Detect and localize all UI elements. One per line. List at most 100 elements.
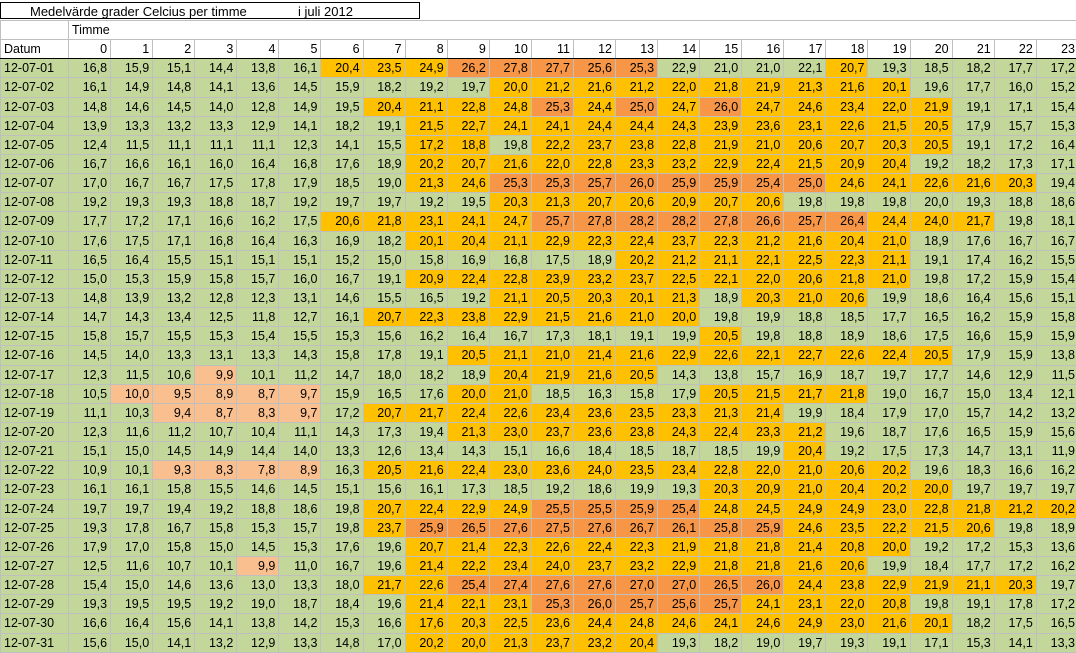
temp-cell[interactable]: 22,9: [489, 308, 531, 327]
date-cell[interactable]: 12-07-18: [1, 384, 69, 403]
temp-cell[interactable]: 20,0: [447, 384, 489, 403]
temp-cell[interactable]: 16,9: [784, 365, 826, 384]
temp-cell[interactable]: 13,6: [1036, 537, 1076, 556]
temp-cell[interactable]: 19,2: [826, 442, 868, 461]
temp-cell[interactable]: 17,9: [868, 403, 910, 422]
temp-cell[interactable]: 27,6: [531, 576, 573, 595]
temp-cell[interactable]: 20,3: [700, 480, 742, 499]
temp-cell[interactable]: 20,3: [573, 288, 615, 307]
temp-cell[interactable]: 14,1: [994, 633, 1036, 652]
temp-cell[interactable]: 20,5: [363, 461, 405, 480]
temp-cell[interactable]: 26,2: [447, 59, 489, 78]
temp-cell[interactable]: 18,9: [573, 250, 615, 269]
temp-cell[interactable]: 27,6: [489, 518, 531, 537]
temp-cell[interactable]: 15,8: [616, 384, 658, 403]
temp-cell[interactable]: 22,1: [742, 346, 784, 365]
temp-cell[interactable]: 20,5: [447, 346, 489, 365]
temp-cell[interactable]: 22,0: [742, 269, 784, 288]
temp-cell[interactable]: 20,6: [826, 461, 868, 480]
temp-cell[interactable]: 7,8: [237, 461, 279, 480]
temp-cell[interactable]: 19,1: [363, 269, 405, 288]
temp-cell[interactable]: 23,7: [658, 231, 700, 250]
temp-cell[interactable]: 15,1: [489, 442, 531, 461]
temp-cell[interactable]: 19,0: [363, 174, 405, 193]
temp-cell[interactable]: 24,4: [573, 614, 615, 633]
temp-cell[interactable]: 24,9: [489, 499, 531, 518]
temp-cell[interactable]: 22,0: [531, 154, 573, 173]
temp-cell[interactable]: 16,9: [321, 231, 363, 250]
temp-cell[interactable]: 21,6: [573, 308, 615, 327]
temp-cell[interactable]: 10,6: [153, 365, 195, 384]
temp-cell[interactable]: 17,9: [952, 116, 994, 135]
temp-cell[interactable]: 20,4: [868, 154, 910, 173]
temp-cell[interactable]: 16,7: [910, 384, 952, 403]
temp-cell[interactable]: 25,3: [489, 174, 531, 193]
temp-cell[interactable]: 17,3: [531, 327, 573, 346]
temp-cell[interactable]: 15,7: [111, 327, 153, 346]
temp-cell[interactable]: 21,0: [784, 461, 826, 480]
temp-cell[interactable]: 20,7: [826, 135, 868, 154]
temp-cell[interactable]: 24,5: [742, 499, 784, 518]
temp-cell[interactable]: 21,0: [531, 346, 573, 365]
temp-cell[interactable]: 10,1: [195, 556, 237, 575]
temp-cell[interactable]: 25,7: [700, 595, 742, 614]
temp-cell[interactable]: 26,1: [658, 518, 700, 537]
temp-cell[interactable]: 20,5: [910, 135, 952, 154]
temp-cell[interactable]: 12,5: [195, 308, 237, 327]
temp-cell[interactable]: 20,2: [405, 154, 447, 173]
temp-cell[interactable]: 15,8: [69, 327, 111, 346]
temp-cell[interactable]: 14,8: [153, 78, 195, 97]
temp-cell[interactable]: 16,1: [111, 480, 153, 499]
date-cell[interactable]: 12-07-13: [1, 288, 69, 307]
date-cell[interactable]: 12-07-08: [1, 193, 69, 212]
temp-cell[interactable]: 21,9: [742, 78, 784, 97]
temp-cell[interactable]: 13,1: [994, 442, 1036, 461]
temp-cell[interactable]: 19,4: [405, 422, 447, 441]
temp-cell[interactable]: 27,6: [573, 518, 615, 537]
temp-cell[interactable]: 22,3: [616, 537, 658, 556]
date-cell[interactable]: 12-07-15: [1, 327, 69, 346]
temp-cell[interactable]: 20,6: [321, 212, 363, 231]
temp-cell[interactable]: 19,8: [994, 212, 1036, 231]
temp-cell[interactable]: 13,2: [153, 288, 195, 307]
temp-cell[interactable]: 20,3: [994, 174, 1036, 193]
temp-cell[interactable]: 22,8: [700, 461, 742, 480]
temp-cell[interactable]: 22,2: [447, 556, 489, 575]
temp-cell[interactable]: 20,7: [363, 403, 405, 422]
temp-cell[interactable]: 13,0: [237, 576, 279, 595]
temp-cell[interactable]: 15,9: [111, 59, 153, 78]
temp-cell[interactable]: 11,1: [237, 135, 279, 154]
temp-cell[interactable]: 22,1: [784, 59, 826, 78]
temp-cell[interactable]: 13,8: [237, 59, 279, 78]
temp-cell[interactable]: 21,4: [573, 346, 615, 365]
hour-header-12[interactable]: 12: [573, 40, 615, 59]
temp-cell[interactable]: 17,3: [363, 422, 405, 441]
temp-cell[interactable]: 18,9: [826, 327, 868, 346]
temp-cell[interactable]: 21,4: [405, 595, 447, 614]
temp-cell[interactable]: 27,0: [658, 576, 700, 595]
date-cell[interactable]: 12-07-01: [1, 59, 69, 78]
temp-cell[interactable]: 17,6: [952, 231, 994, 250]
temp-cell[interactable]: 16,2: [1036, 556, 1076, 575]
temp-cell[interactable]: 27,6: [573, 576, 615, 595]
temp-cell[interactable]: 21,5: [531, 308, 573, 327]
temp-cell[interactable]: 16,2: [952, 308, 994, 327]
temp-cell[interactable]: 16,4: [447, 327, 489, 346]
temp-cell[interactable]: 22,8: [447, 97, 489, 116]
temp-cell[interactable]: 26,4: [826, 212, 868, 231]
temp-cell[interactable]: 19,9: [868, 556, 910, 575]
temp-cell[interactable]: 22,4: [447, 403, 489, 422]
temp-cell[interactable]: 25,9: [405, 518, 447, 537]
temp-cell[interactable]: 15,2: [1036, 78, 1076, 97]
temp-cell[interactable]: 23,4: [531, 403, 573, 422]
temp-cell[interactable]: 16,2: [1036, 461, 1076, 480]
temp-cell[interactable]: 17,6: [69, 231, 111, 250]
temp-cell[interactable]: 24,4: [573, 97, 615, 116]
temp-cell[interactable]: 25,3: [616, 59, 658, 78]
temp-cell[interactable]: 15,8: [405, 250, 447, 269]
temp-cell[interactable]: 15,7: [279, 518, 321, 537]
temp-cell[interactable]: 17,2: [994, 135, 1036, 154]
temp-cell[interactable]: 23,1: [784, 595, 826, 614]
temp-cell[interactable]: 25,9: [658, 174, 700, 193]
temp-cell[interactable]: 22,8: [658, 135, 700, 154]
